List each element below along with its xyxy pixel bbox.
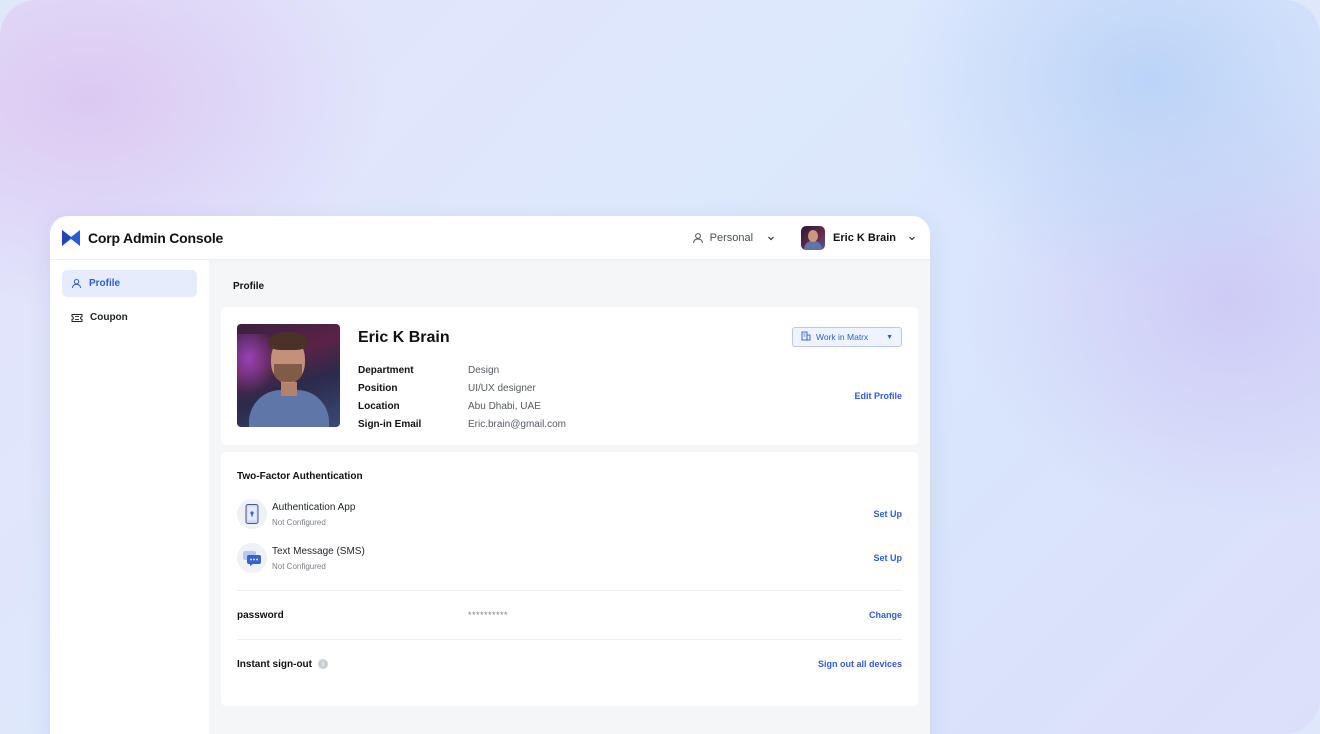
ticket-icon — [71, 313, 83, 323]
background-stage: Corp Admin Console Personal Eric K Brain — [0, 0, 1320, 734]
main-content: Profile Eric K Brain Department Design P… — [209, 260, 930, 734]
info-row-position: Position UI/UX designer — [358, 379, 566, 397]
profile-card: Eric K Brain Department Design Position … — [221, 307, 918, 445]
two-factor-title: Two-Factor Authentication — [237, 471, 363, 482]
sidebar-item-profile[interactable]: Profile — [62, 270, 197, 297]
app-logo[interactable]: Corp Admin Console — [62, 229, 223, 247]
logo-icon — [62, 229, 80, 247]
chevron-down-icon — [908, 234, 916, 242]
setup-sms-button[interactable]: Set Up — [873, 553, 902, 563]
tfa-method-name: Authentication App — [272, 501, 356, 513]
chevron-down-icon — [767, 234, 775, 242]
sms-icon — [237, 543, 267, 573]
info-icon[interactable]: i — [318, 659, 328, 669]
user-outline-icon — [692, 232, 704, 244]
tfa-method-status: Not Configured — [272, 561, 326, 571]
user-name: Eric K Brain — [833, 231, 896, 244]
tfa-method-app: Authentication App Not Configured Set Up — [237, 496, 902, 532]
edit-profile-link[interactable]: Edit Profile — [854, 391, 902, 401]
change-password-button[interactable]: Change — [869, 610, 902, 620]
divider — [237, 639, 902, 640]
info-row-email: Sign-in Email Eric.brain@gmail.com — [358, 415, 566, 433]
page-title: Profile — [233, 281, 265, 292]
app-title: Corp Admin Console — [88, 229, 224, 246]
sidebar: Profile Coupon — [50, 260, 209, 734]
info-row-department: Department Design — [358, 361, 566, 379]
tfa-method-sms: Text Message (SMS) Not Configured Set Up — [237, 540, 902, 576]
tfa-method-status: Not Configured — [272, 517, 326, 527]
info-label: Location — [358, 400, 400, 412]
security-card: Two-Factor Authentication Authentication… — [221, 452, 918, 706]
phone-lock-icon — [237, 499, 267, 529]
user-icon — [71, 278, 82, 289]
organization-select[interactable]: Work in Matrx ▼ — [792, 327, 902, 347]
setup-auth-app-button[interactable]: Set Up — [873, 509, 902, 519]
password-label: password — [237, 609, 284, 621]
user-menu[interactable]: Eric K Brain — [801, 225, 916, 250]
top-bar: Corp Admin Console Personal Eric K Brain — [50, 216, 930, 260]
signout-row: Instant sign-out i Sign out all devices — [237, 654, 902, 674]
password-masked-value: ********** — [468, 610, 509, 620]
workspace-label: Personal — [709, 231, 754, 244]
tfa-method-name: Text Message (SMS) — [272, 545, 365, 557]
info-row-location: Location Abu Dhabi, UAE — [358, 397, 566, 415]
caret-down-icon: ▼ — [886, 333, 893, 341]
info-value: Abu Dhabi, UAE — [468, 400, 541, 412]
app-window: Corp Admin Console Personal Eric K Brain — [50, 216, 930, 734]
building-icon — [801, 331, 811, 343]
signout-label: Instant sign-out — [237, 658, 312, 670]
sidebar-item-label: Profile — [89, 278, 121, 289]
sidebar-item-coupon[interactable]: Coupon — [62, 304, 197, 331]
avatar — [801, 225, 826, 250]
divider — [237, 590, 902, 591]
password-row: password ********** Change — [237, 605, 902, 625]
workspace-switcher[interactable]: Personal — [692, 232, 775, 244]
profile-info: Department Design Position UI/UX designe… — [358, 361, 566, 433]
info-value: UI/UX designer — [468, 382, 536, 394]
organization-label: Work in Matrx — [816, 332, 869, 342]
info-value: Eric.brain@gmail.com — [468, 418, 566, 430]
info-label: Position — [358, 382, 398, 394]
info-label: Sign-in Email — [358, 418, 422, 430]
info-value: Design — [468, 364, 500, 376]
profile-name: Eric K Brain — [358, 329, 450, 346]
info-label: Department — [358, 364, 414, 376]
profile-photo — [237, 324, 340, 427]
sidebar-item-label: Coupon — [90, 312, 128, 323]
sign-out-all-devices-button[interactable]: Sign out all devices — [818, 659, 902, 669]
